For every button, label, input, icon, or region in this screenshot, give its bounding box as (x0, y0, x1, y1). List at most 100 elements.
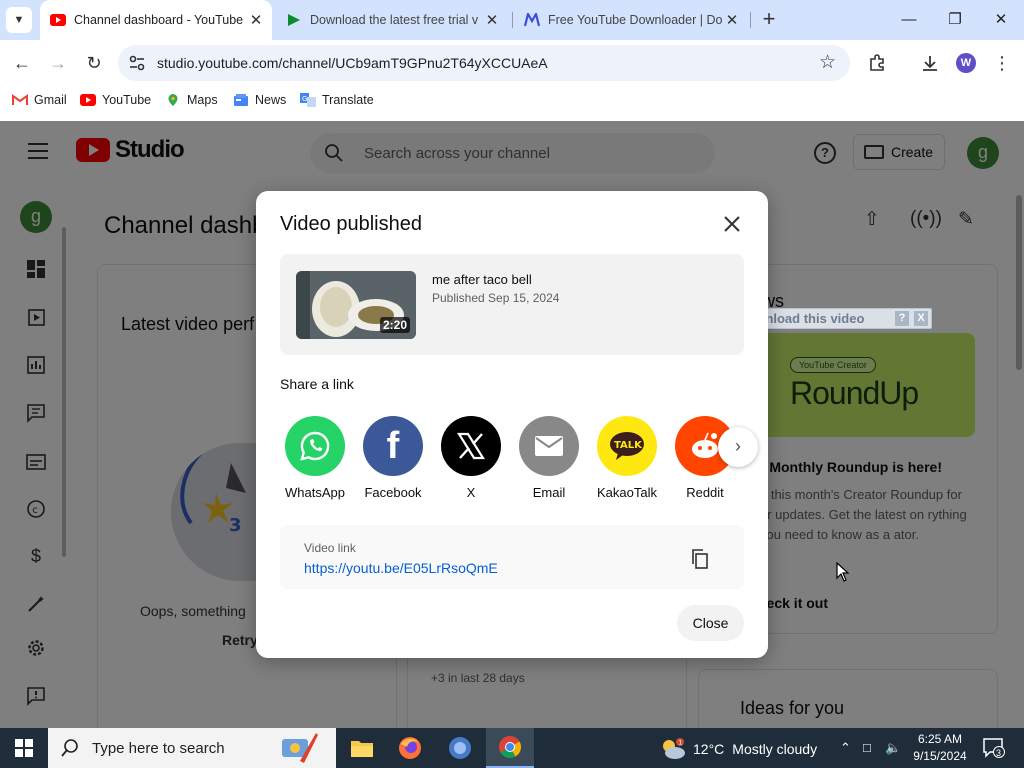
search-highlight-icon (282, 733, 318, 763)
start-button[interactable] (0, 728, 48, 768)
share-facebook[interactable]: f Facebook (358, 416, 428, 500)
browser-toolbar: ← → ↻ studio.youtube.com/channel/UCb9amT… (0, 40, 1024, 86)
taskbar-search-box[interactable]: Type here to search (48, 728, 336, 768)
tab-close-icon[interactable]: ✕ (248, 11, 264, 29)
bookmark-translate[interactable]: G Translate (300, 91, 374, 109)
bookmarks-bar: Gmail YouTube Maps News G Translate (0, 86, 1024, 114)
profile-avatar[interactable]: W (956, 53, 976, 73)
edge-blue-icon (449, 737, 471, 759)
play-favicon-icon (286, 12, 302, 28)
share-label: Reddit (686, 485, 724, 500)
bookmark-maps[interactable]: Maps (165, 91, 218, 109)
share-label: X (466, 485, 476, 500)
video-thumbnail[interactable]: 2:20 (296, 271, 416, 339)
window-close-button[interactable]: ✕ (987, 8, 1015, 32)
tab-separator (750, 12, 751, 28)
search-icon (61, 739, 78, 757)
download-close-icon[interactable]: X (914, 311, 928, 326)
video-link-box: Video link https://youtu.be/E05LrRsoQmE (280, 525, 744, 589)
volume-muted-icon[interactable]: 🔈 (885, 740, 901, 756)
firefox-app[interactable] (386, 728, 434, 768)
address-bar[interactable]: studio.youtube.com/channel/UCb9amT9GPnu2… (118, 45, 850, 81)
weather-text: Mostly cloudy (732, 741, 818, 757)
bookmark-label: Gmail (34, 93, 67, 107)
svg-text:G: G (302, 95, 307, 103)
more-menu-icon[interactable]: ⋮ (990, 51, 1014, 75)
video-duration: 2:20 (379, 317, 410, 333)
minimize-button[interactable]: — (895, 8, 923, 32)
bookmark-star-icon[interactable]: ☆ (819, 51, 836, 74)
extensions-icon[interactable] (865, 51, 889, 75)
dialog-title: Video published (280, 213, 422, 235)
browser-tab[interactable]: Free YouTube Downloader | Do ✕ (514, 0, 748, 40)
tab-close-icon[interactable]: ✕ (724, 11, 740, 29)
downloader-favicon-icon (524, 12, 540, 28)
notification-count: 3 (996, 748, 1002, 758)
tab-search-button[interactable]: ▼ (6, 7, 32, 33)
video-title[interactable]: me after taco bell (432, 272, 532, 287)
bookmark-gmail[interactable]: Gmail (12, 91, 67, 109)
browser-tab-bar: ▼ Channel dashboard - YouTube ✕ Download… (0, 0, 1024, 40)
copy-icon[interactable] (691, 549, 709, 569)
video-published-dialog: Video published 2:20 me after taco bell … (256, 191, 768, 658)
notification-center-icon[interactable] (983, 738, 1005, 758)
chrome-icon (499, 736, 521, 758)
published-video-card: 2:20 me after taco bell Published Sep 15… (280, 254, 744, 355)
file-explorer-app[interactable] (338, 728, 386, 768)
windows-taskbar: Type here to search 1 12°C Mostly cloudy… (0, 728, 1024, 768)
new-tab-button[interactable]: + (758, 8, 780, 30)
email-icon (519, 416, 579, 476)
site-settings-icon[interactable] (128, 54, 146, 72)
browser-app[interactable] (436, 728, 484, 768)
bookmark-news[interactable]: News (233, 91, 286, 109)
share-label: Facebook (364, 485, 422, 500)
share-kakaotalk[interactable]: TALK KakaoTalk (592, 416, 662, 500)
browser-tab-active[interactable]: Channel dashboard - YouTube ✕ (40, 0, 272, 40)
share-x[interactable]: X (436, 416, 506, 500)
svg-text:1: 1 (679, 740, 683, 747)
video-link-url[interactable]: https://youtu.be/E05LrRsoQmE (304, 560, 498, 576)
tab-separator (512, 12, 513, 28)
bookmark-label: YouTube (102, 93, 152, 107)
news-icon (233, 93, 249, 107)
back-button[interactable]: ← (10, 51, 34, 75)
browser-tab[interactable]: Download the latest free trial v ✕ (276, 0, 508, 40)
youtube-icon (80, 93, 96, 107)
tab-title: Download the latest free trial v (310, 13, 479, 27)
translate-icon: G (300, 93, 316, 107)
download-help-icon[interactable]: ? (895, 311, 909, 326)
show-hidden-icons-chevron-icon[interactable]: ⌃ (840, 740, 851, 756)
share-label: KakaoTalk (597, 485, 657, 500)
youtube-favicon-icon (50, 12, 66, 28)
chevron-down-icon: ▼ (13, 14, 25, 26)
facebook-icon: f (363, 416, 423, 476)
tab-title: Channel dashboard - YouTube (74, 13, 244, 27)
tab-close-icon[interactable]: ✕ (484, 11, 500, 29)
weather-temp: 12°C (693, 741, 725, 757)
download-icon[interactable] (918, 51, 942, 75)
clock-date: 9/15/2024 (913, 749, 967, 763)
bookmark-youtube[interactable]: YouTube (80, 91, 151, 109)
windows-logo-icon (15, 739, 33, 757)
bookmark-label: Translate (322, 93, 374, 107)
tab-title: Free YouTube Downloader | Do (548, 13, 723, 27)
x-logo-icon (441, 416, 501, 476)
whatsapp-icon (285, 416, 345, 476)
share-next-chevron-icon[interactable]: › (718, 427, 758, 467)
reload-button[interactable]: ↻ (82, 51, 106, 75)
system-clock[interactable]: 6:25 AM 9/15/2024 (905, 731, 975, 765)
share-whatsapp[interactable]: WhatsApp (280, 416, 350, 500)
forward-button[interactable]: → (46, 51, 70, 75)
gmail-icon (12, 93, 28, 107)
network-icon[interactable]: □ (863, 740, 871, 755)
share-link-heading: Share a link (280, 376, 354, 392)
close-icon[interactable] (721, 213, 743, 235)
weather-widget[interactable]: 1 12°C Mostly cloudy (660, 738, 817, 760)
close-button[interactable]: Close (677, 605, 744, 641)
share-email[interactable]: Email (514, 416, 584, 500)
restore-button[interactable]: ❐ (941, 8, 969, 32)
chrome-app[interactable] (486, 728, 534, 768)
mouse-cursor-icon (836, 562, 850, 582)
cloudy-weather-icon: 1 (663, 738, 685, 759)
folder-icon (351, 741, 373, 757)
